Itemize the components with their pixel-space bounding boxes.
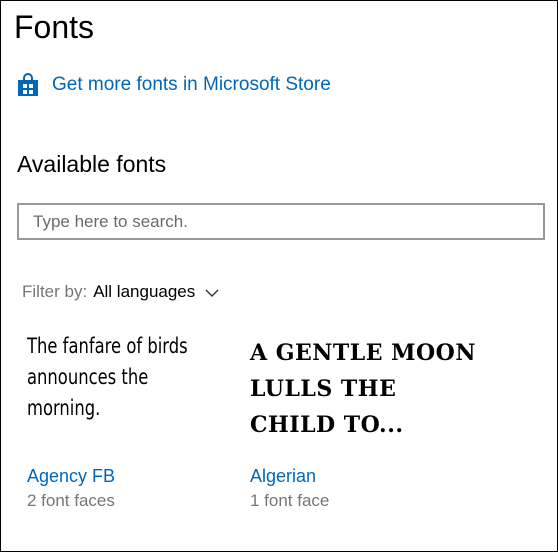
font-search-input[interactable]	[19, 205, 543, 238]
font-face-count: 2 font faces	[27, 491, 115, 510]
font-search-box[interactable]	[17, 203, 545, 240]
settings-window: Fonts Get more fonts in Microsoft Store …	[0, 0, 558, 552]
page-title: Fonts	[14, 9, 95, 45]
store-bag-icon	[16, 73, 40, 97]
font-card-agency-fb[interactable]: The fanfare of birds announces the morni…	[27, 331, 237, 521]
font-sample-text: The fanfare of birds announces the morni…	[27, 334, 188, 420]
get-more-fonts-link[interactable]: Get more fonts in Microsoft Store	[16, 71, 331, 99]
language-filter: Filter by: All languages	[22, 280, 219, 304]
filter-label: Filter by:	[22, 282, 88, 301]
chevron-down-icon	[205, 280, 219, 304]
font-card-algerian[interactable]: A GENTLE MOON LULLS THE CHILD TO... Alge…	[250, 331, 480, 521]
language-filter-dropdown[interactable]: All languages	[93, 280, 219, 304]
store-link-label: Get more fonts in Microsoft Store	[52, 74, 331, 95]
font-name: Algerian	[250, 466, 317, 486]
font-sample-text: A GENTLE MOON LULLS THE CHILD TO...	[250, 340, 476, 438]
available-fonts-heading: Available fonts	[17, 151, 167, 177]
font-name: Agency FB	[27, 466, 116, 486]
font-face-count: 1 font face	[250, 491, 330, 510]
filter-value: All languages	[93, 282, 196, 301]
